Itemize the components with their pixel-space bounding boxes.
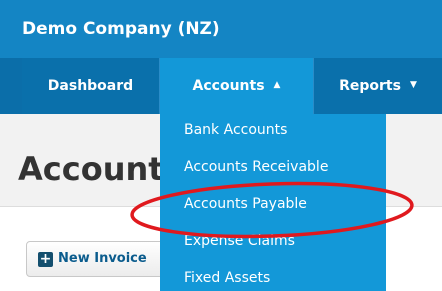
company-name[interactable]: Demo Company (NZ): [22, 19, 220, 39]
tab-dashboard[interactable]: Dashboard: [22, 58, 159, 114]
plus-icon: +: [38, 251, 53, 267]
menu-item-accounts-receivable[interactable]: Accounts Receivable: [184, 159, 328, 175]
tab-accounts-label: Accounts: [192, 78, 265, 94]
menu-item-accounts-payable[interactable]: Accounts Payable: [184, 196, 307, 212]
caret-down-icon: ▼: [409, 80, 417, 90]
page-title: Accounts: [18, 150, 183, 188]
menu-item-bank-accounts[interactable]: Bank Accounts: [184, 122, 287, 138]
tab-accounts[interactable]: Accounts ▲: [160, 58, 313, 114]
new-invoice-label: New Invoice: [58, 251, 147, 266]
main-nav: Dashboard Accounts ▲ Reports ▼: [0, 58, 442, 114]
xero-page: Demo Company (NZ) Dashboard Accounts ▲ R…: [0, 0, 442, 291]
menu-item-expense-claims[interactable]: Expense Claims: [184, 233, 295, 249]
new-invoice-button[interactable]: + New Invoice: [26, 241, 176, 277]
caret-up-icon: ▲: [273, 80, 281, 90]
tab-reports-label: Reports: [339, 78, 401, 94]
menu-item-fixed-assets[interactable]: Fixed Assets: [184, 270, 270, 286]
accounts-dropdown-menu: Bank Accounts Accounts Receivable Accoun…: [160, 114, 386, 291]
tab-dashboard-label: Dashboard: [47, 78, 134, 94]
top-bar: Demo Company (NZ): [0, 0, 442, 58]
tab-reports[interactable]: Reports ▼: [314, 58, 442, 114]
